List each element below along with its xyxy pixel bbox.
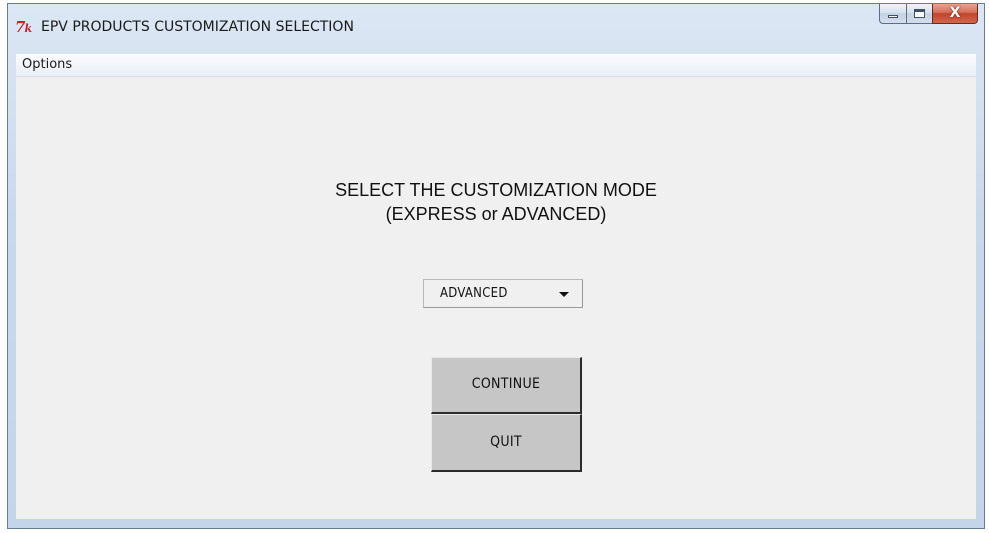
customization-mode-select[interactable]: ADVANCED <box>423 279 583 308</box>
minimize-icon <box>888 15 898 18</box>
app-window: 7k EPV PRODUCTS CUSTOMIZATION SELECTION … <box>7 3 985 529</box>
window-title: EPV PRODUCTS CUSTOMIZATION SELECTION <box>41 19 354 35</box>
mode-prompt: SELECT THE CUSTOMIZATION MODE (EXPRESS o… <box>16 178 976 226</box>
chevron-down-icon <box>559 292 569 297</box>
maximize-button[interactable] <box>906 4 932 24</box>
client-area: SELECT THE CUSTOMIZATION MODE (EXPRESS o… <box>16 77 976 519</box>
close-icon: X <box>949 5 961 21</box>
menu-bar: Options <box>16 54 976 77</box>
close-button[interactable]: X <box>932 4 978 24</box>
maximize-icon <box>914 9 925 18</box>
continue-button[interactable]: CONTINUE <box>431 357 582 414</box>
selected-mode: ADVANCED <box>440 286 508 301</box>
minimize-button[interactable] <box>879 4 906 24</box>
caption-buttons: X <box>879 4 978 26</box>
quit-button[interactable]: QUIT <box>431 414 582 472</box>
title-bar[interactable]: 7k EPV PRODUCTS CUSTOMIZATION SELECTION … <box>8 4 984 54</box>
prompt-line-1: SELECT THE CUSTOMIZATION MODE <box>335 180 657 200</box>
menu-options[interactable]: Options <box>19 56 75 73</box>
tk-feather-icon: 7k <box>15 18 32 36</box>
prompt-line-2: (EXPRESS or ADVANCED) <box>385 204 607 224</box>
